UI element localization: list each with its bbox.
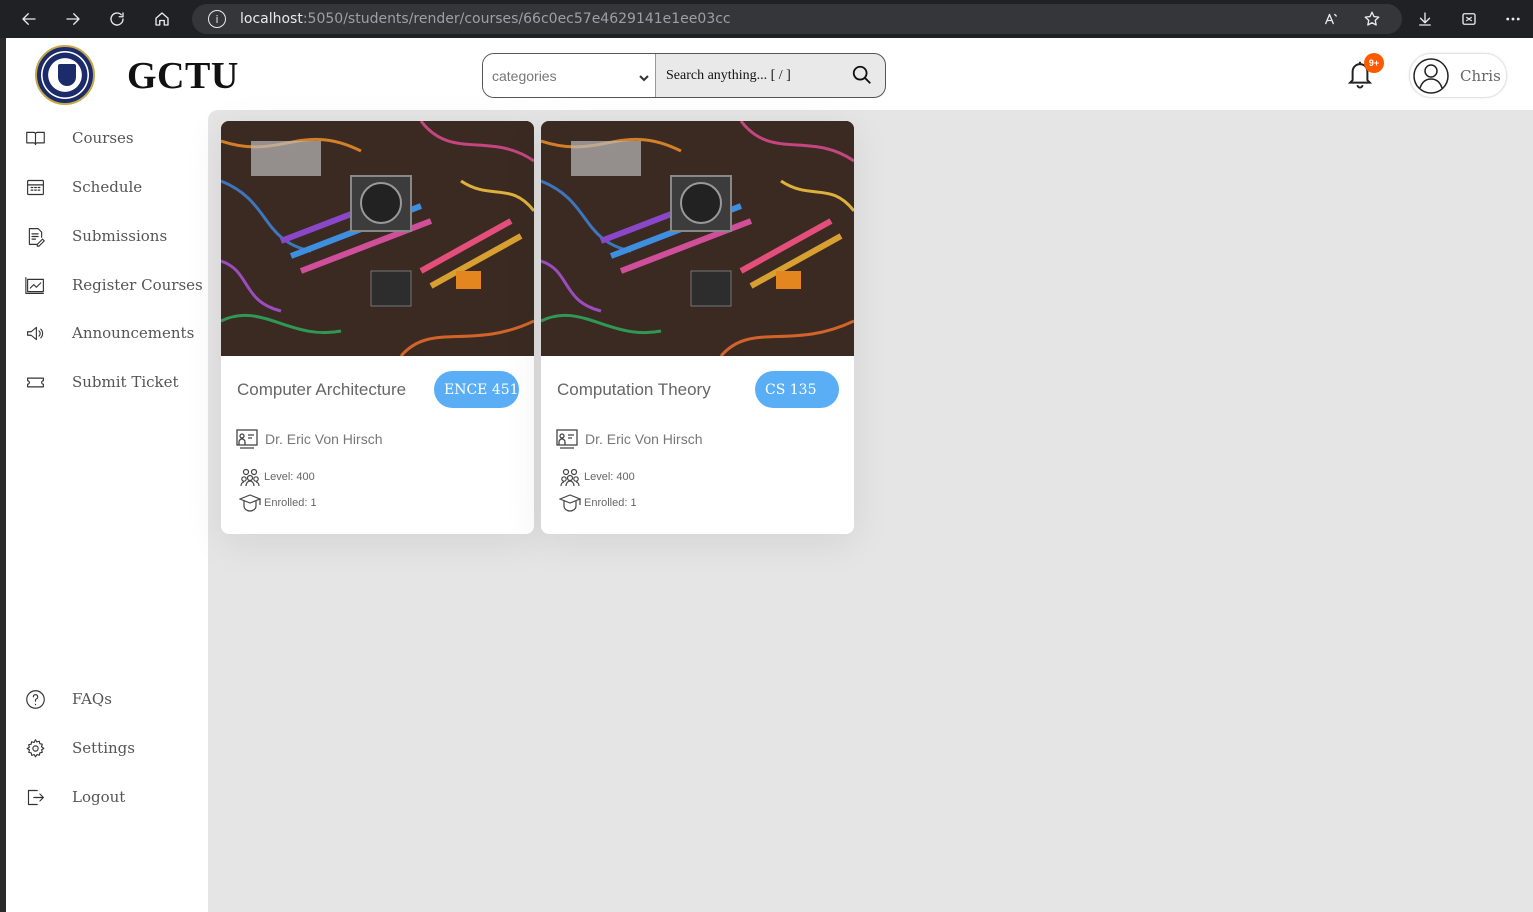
enrolled-row: Enrolled: 1 [239,493,317,513]
register-icon [24,274,46,296]
notification-badge: 9+ [1364,53,1384,73]
search-icon[interactable] [851,64,875,88]
top-bar: GCTU categories Search anything... [ / ]… [6,38,1533,110]
user-menu[interactable]: Chris [1409,53,1507,98]
sidebar-item-register-courses[interactable]: Register Courses [24,270,203,300]
site-info-icon[interactable]: i [208,10,226,28]
sidebar-item-label: Submit Ticket [72,373,179,391]
sidebar: Courses Schedule Submissions Register Co… [6,110,208,912]
course-title: Computation Theory [557,380,711,399]
calendar-icon [24,176,46,198]
course-image [541,121,854,356]
sidebar-item-faqs[interactable]: FAQs [24,684,112,714]
more-icon[interactable] [1498,4,1528,34]
group-icon [240,468,260,487]
sidebar-item-label: FAQs [72,690,112,708]
megaphone-icon [24,322,46,344]
logout-icon [24,786,46,808]
book-icon [24,127,46,149]
course-level: Level: 400 [264,471,315,483]
lecturer-name: Dr. Eric Von Hirsch [265,431,383,447]
graduate-icon [559,494,581,512]
sidebar-item-label: Courses [72,129,134,147]
sidebar-item-label: Announcements [72,324,195,342]
sidebar-item-submit-ticket[interactable]: Submit Ticket [24,367,179,397]
enrolled-row: Enrolled: 1 [559,493,637,513]
extensions-icon[interactable] [1454,4,1484,34]
sidebar-item-courses[interactable]: Courses [24,123,134,153]
category-select[interactable]: categories [483,54,656,97]
sidebar-item-announcements[interactable]: Announcements [24,318,194,348]
address-bar[interactable]: i localhost:5050/students/render/courses… [192,4,1402,34]
course-image [221,121,534,356]
graduate-icon [239,494,261,512]
search-bar: categories Search anything... [ / ] [482,53,886,98]
sidebar-item-label: Register Courses [72,276,203,294]
read-aloud-icon[interactable] [1316,4,1346,34]
course-level: Level: 400 [584,471,635,483]
sidebar-item-label: Submissions [72,227,168,245]
download-icon[interactable] [1410,4,1440,34]
category-select-value: categories [492,67,557,84]
question-icon [24,688,46,710]
group-icon [560,468,580,487]
sidebar-item-submissions[interactable]: Submissions [24,221,167,251]
course-code-badge: ENCE 451 [434,371,519,408]
chevron-down-icon [639,70,649,82]
app-window: GCTU categories Search anything... [ / ]… [6,38,1533,912]
logo-shield-icon [58,64,76,86]
sidebar-item-settings[interactable]: Settings [24,733,135,763]
reload-icon[interactable] [102,4,132,34]
course-title: Computer Architecture [237,380,407,399]
sidebar-item-label: Schedule [72,178,143,196]
user-name: Chris [1460,66,1501,85]
avatar-icon [1412,57,1450,95]
gctu-logo[interactable] [35,45,95,105]
brand-title: GCTU [127,55,239,97]
course-code-badge: CS 135 [755,371,839,408]
lecturer-name: Dr. Eric Von Hirsch [585,431,703,447]
back-icon[interactable] [14,4,44,34]
sidebar-item-label: Settings [72,739,135,757]
forward-icon[interactable] [58,4,88,34]
browser-toolbar: i localhost:5050/students/render/courses… [0,0,1533,38]
main-content: Computer Architecture ENCE 451 Dr. Eric … [208,110,1533,912]
sidebar-item-label: Logout [72,788,126,806]
lecturer-row: Dr. Eric Von Hirsch [555,428,702,450]
home-icon[interactable] [147,4,177,34]
favorite-star-icon[interactable] [1357,4,1387,34]
course-card[interactable]: Computation Theory CS 135 Dr. Eric Von H… [541,121,854,534]
course-card[interactable]: Computer Architecture ENCE 451 Dr. Eric … [221,121,534,534]
level-row: Level: 400 [239,467,315,487]
document-edit-icon [24,225,46,247]
course-enrolled: Enrolled: 1 [584,497,637,509]
sidebar-item-logout[interactable]: Logout [24,782,125,812]
search-placeholder: Search anything... [ / ] [666,67,791,83]
gear-icon [24,737,46,759]
lecturer-board-icon [556,429,578,449]
ticket-icon [24,371,46,393]
lecturer-board-icon [236,429,258,449]
level-row: Level: 400 [559,467,635,487]
lecturer-row: Dr. Eric Von Hirsch [235,428,382,450]
url-text: localhost:5050/students/render/courses/6… [240,11,731,27]
sidebar-item-schedule[interactable]: Schedule [24,172,142,202]
course-enrolled: Enrolled: 1 [264,497,317,509]
